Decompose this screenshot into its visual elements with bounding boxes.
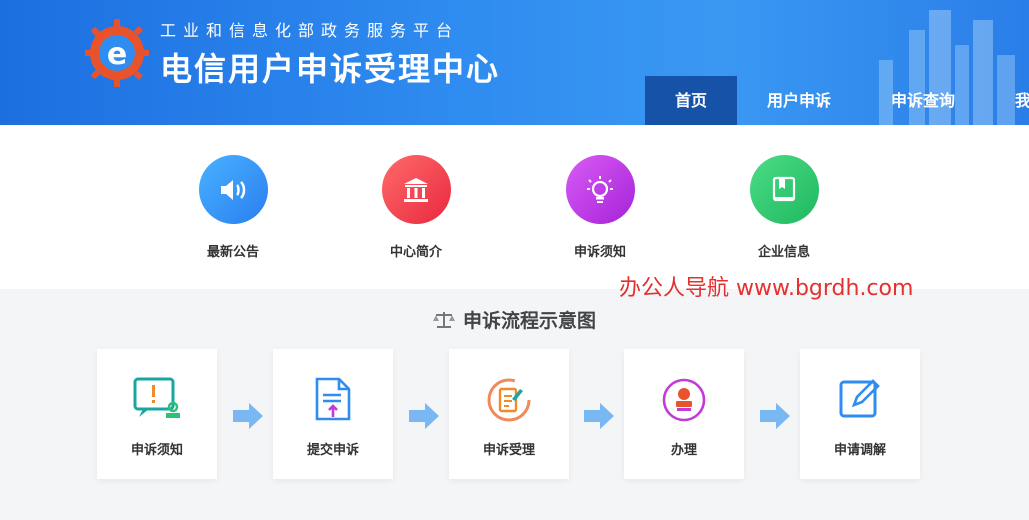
- stamp-icon: [624, 377, 744, 423]
- quick-link-label: 中心简介: [389, 245, 442, 260]
- process-title: 申诉流程示意图: [462, 310, 596, 332]
- header-banner: e 工业和信息化部政务服务平台 电信用户申诉受理中心 首页 用户申诉 申诉查询 …: [0, 0, 1029, 125]
- lightbulb-icon: [565, 155, 635, 224]
- quick-link-enterprise[interactable]: 企业信息: [724, 155, 844, 260]
- nav-user-complaint[interactable]: 用户申诉: [767, 76, 831, 125]
- main-nav: 首页 用户申诉 申诉查询 我: [645, 76, 1029, 125]
- arrow-right-icon: [233, 403, 263, 429]
- quick-link-about[interactable]: 中心简介: [356, 155, 476, 260]
- process-step-handle[interactable]: 办理: [624, 349, 744, 479]
- process-step-mediation[interactable]: 申请调解: [800, 349, 920, 479]
- arrow-right-icon: [409, 403, 439, 429]
- process-step-accept[interactable]: 申诉受理: [449, 349, 569, 479]
- platform-subtitle: 工业和信息化部政务服务平台: [160, 21, 460, 40]
- ministry-logo: e: [85, 19, 149, 87]
- nav-my[interactable]: 我: [1015, 76, 1029, 125]
- process-step-label: 申诉受理: [482, 443, 535, 458]
- process-title-row: 申诉流程示意图: [0, 306, 1029, 335]
- quick-link-label: 申诉须知: [573, 245, 626, 260]
- process-step-submit[interactable]: 提交申诉: [273, 349, 393, 479]
- site-title: 电信用户申诉受理中心: [160, 50, 501, 88]
- process-step-label: 申诉须知: [130, 443, 183, 458]
- building-icon: [381, 155, 451, 224]
- edit-icon: [800, 377, 920, 423]
- process-step-label: 办理: [670, 443, 697, 458]
- arrow-right-icon: [584, 403, 614, 429]
- process-step-label: 提交申诉: [306, 443, 359, 458]
- submit-document-icon: [273, 377, 393, 423]
- quick-link-label: 最新公告: [206, 245, 259, 260]
- book-icon: [749, 155, 819, 224]
- accept-icon: [449, 377, 569, 423]
- scale-icon: [432, 310, 455, 335]
- nav-home[interactable]: 首页: [645, 76, 737, 125]
- svg-text:e: e: [107, 37, 127, 72]
- quick-links: 最新公告 中心简介 申诉须知 企业信息: [0, 125, 1029, 289]
- quick-link-announcements[interactable]: 最新公告: [173, 155, 293, 260]
- quick-link-guide[interactable]: 申诉须知: [540, 155, 660, 260]
- notice-icon: [97, 377, 217, 423]
- process-step-notice[interactable]: 申诉须知: [97, 349, 217, 479]
- watermark-text: 办公人导航 www.bgrdh.com: [619, 276, 914, 301]
- quick-link-label: 企业信息: [757, 245, 810, 260]
- arrow-right-icon: [760, 403, 790, 429]
- speaker-icon: [198, 155, 268, 224]
- process-step-label: 申请调解: [833, 443, 886, 458]
- nav-complaint-query[interactable]: 申诉查询: [891, 76, 955, 125]
